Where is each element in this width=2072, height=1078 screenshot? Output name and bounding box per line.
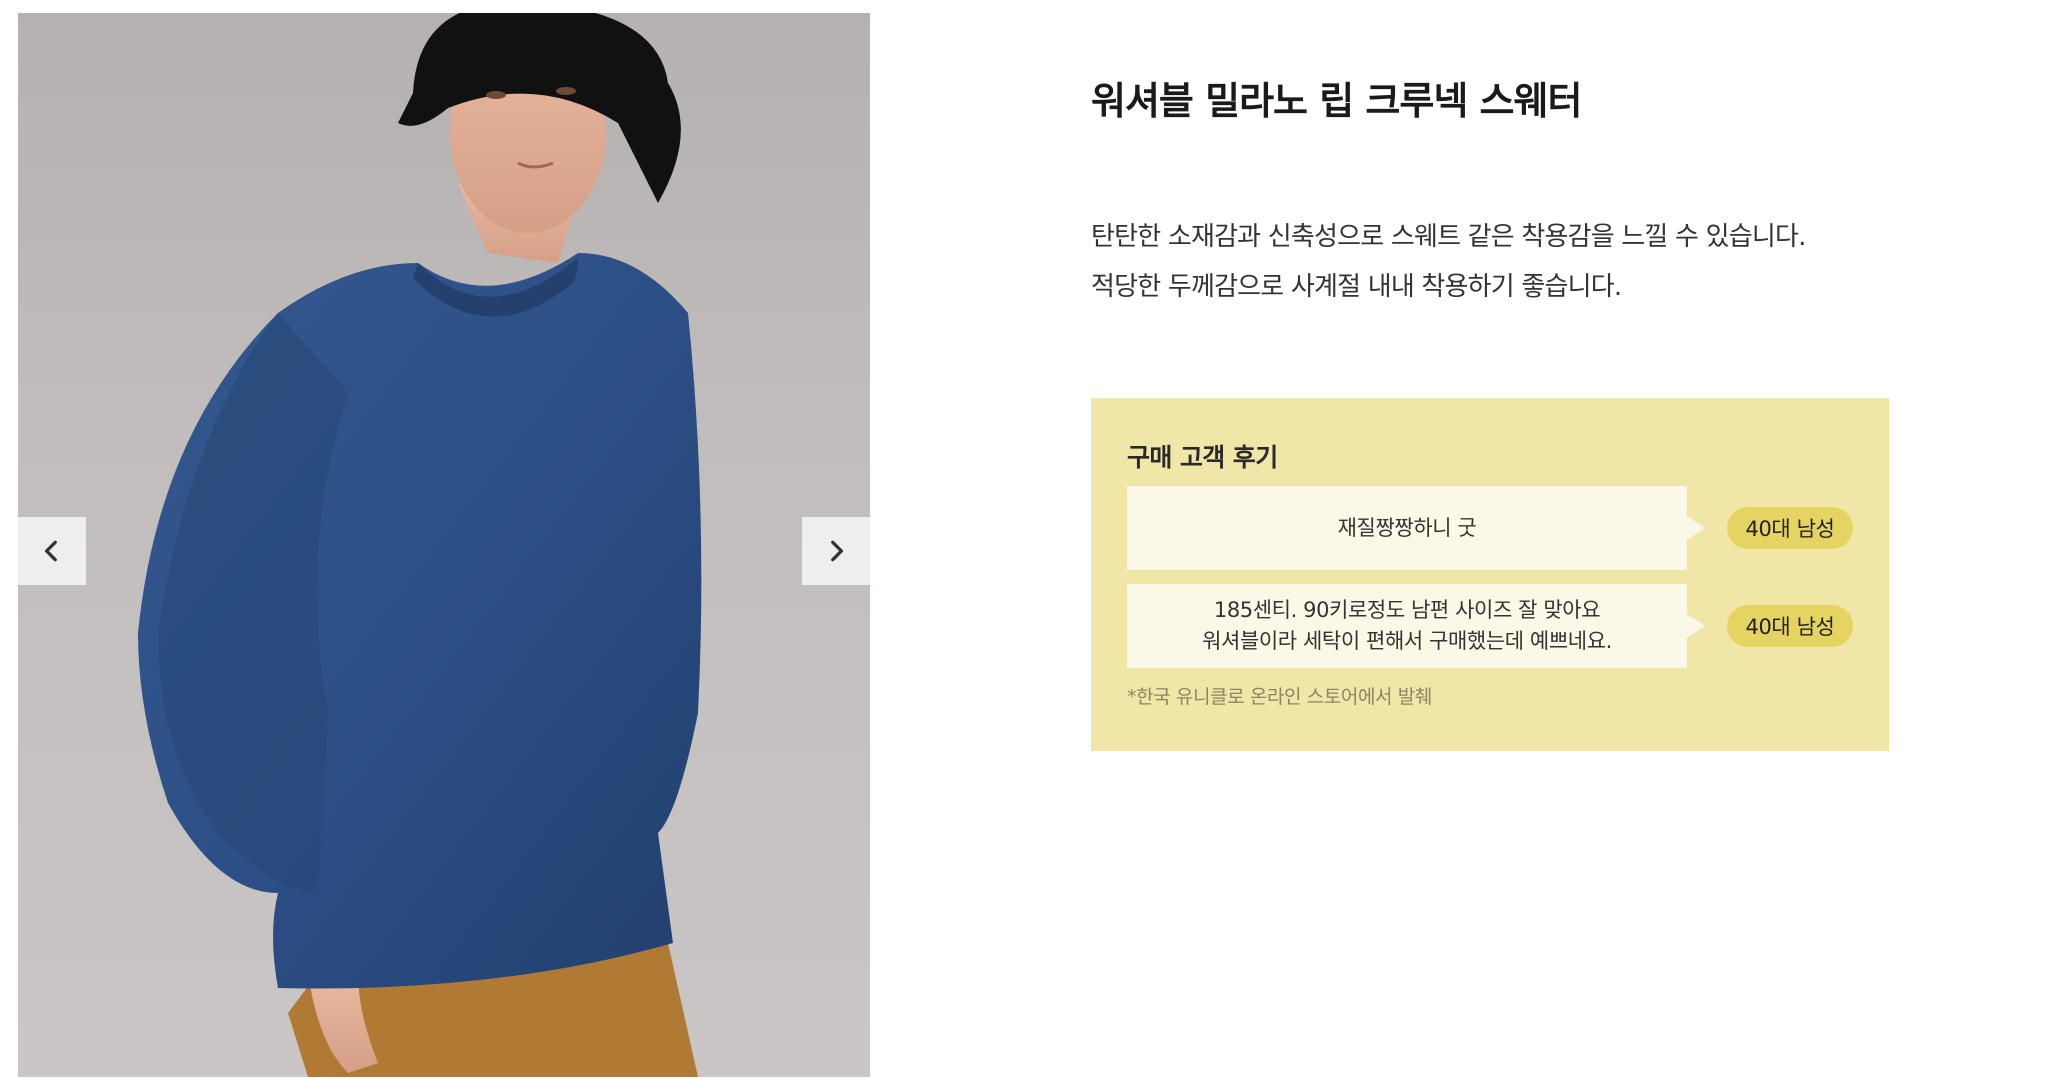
product-photo [138, 13, 702, 1077]
reviewer-badge: 40대 남성 [1727, 507, 1853, 549]
review-text: 재질짱짱하니 굿 [1337, 515, 1477, 540]
review-text: 워셔블이라 세탁이 편해서 구매했는데 예쁘네요. [1202, 629, 1612, 653]
chevron-right-icon [831, 540, 844, 562]
review-text: 185센티. 90키로정도 남편 사이즈 잘 맞아요 [1213, 598, 1601, 622]
product-description: 탄탄한 소재감과 신축성으로 스웨트 같은 착용감을 느낄 수 있습니다. 적당… [1091, 212, 1991, 312]
reviews-heading: 구매 고객 후기 [1127, 443, 1278, 472]
description-line: 적당한 두께감으로 사계절 내내 착용하기 좋습니다. [1091, 272, 1622, 302]
reviewer-badge: 40대 남성 [1727, 605, 1853, 647]
carousel-next-button[interactable] [802, 517, 870, 585]
chevron-left-icon [44, 540, 57, 562]
description-line: 탄탄한 소재감과 신축성으로 스웨트 같은 착용감을 느낄 수 있습니다. [1091, 222, 1806, 252]
review-bubble: 재질짱짱하니 굿 [1127, 486, 1705, 570]
product-title: 워셔블 밀라노 립 크루넥 스웨터 [1091, 79, 1582, 123]
review-item: 재질짱짱하니 굿 40대 남성 [1127, 486, 1853, 570]
review-bubble: 185센티. 90키로정도 남편 사이즈 잘 맞아요 워셔블이라 세탁이 편해서… [1127, 584, 1705, 668]
review-source-note: *한국 유니클로 온라인 스토어에서 발췌 [1127, 686, 1432, 708]
carousel-prev-button[interactable] [18, 517, 86, 585]
product-image-carousel[interactable] [18, 13, 870, 1077]
review-item: 185센티. 90키로정도 남편 사이즈 잘 맞아요 워셔블이라 세탁이 편해서… [1127, 584, 1853, 668]
customer-reviews-panel: 구매 고객 후기 재질짱짱하니 굿 40대 남성 185센티. 90키로정도 남… [1091, 398, 1889, 751]
